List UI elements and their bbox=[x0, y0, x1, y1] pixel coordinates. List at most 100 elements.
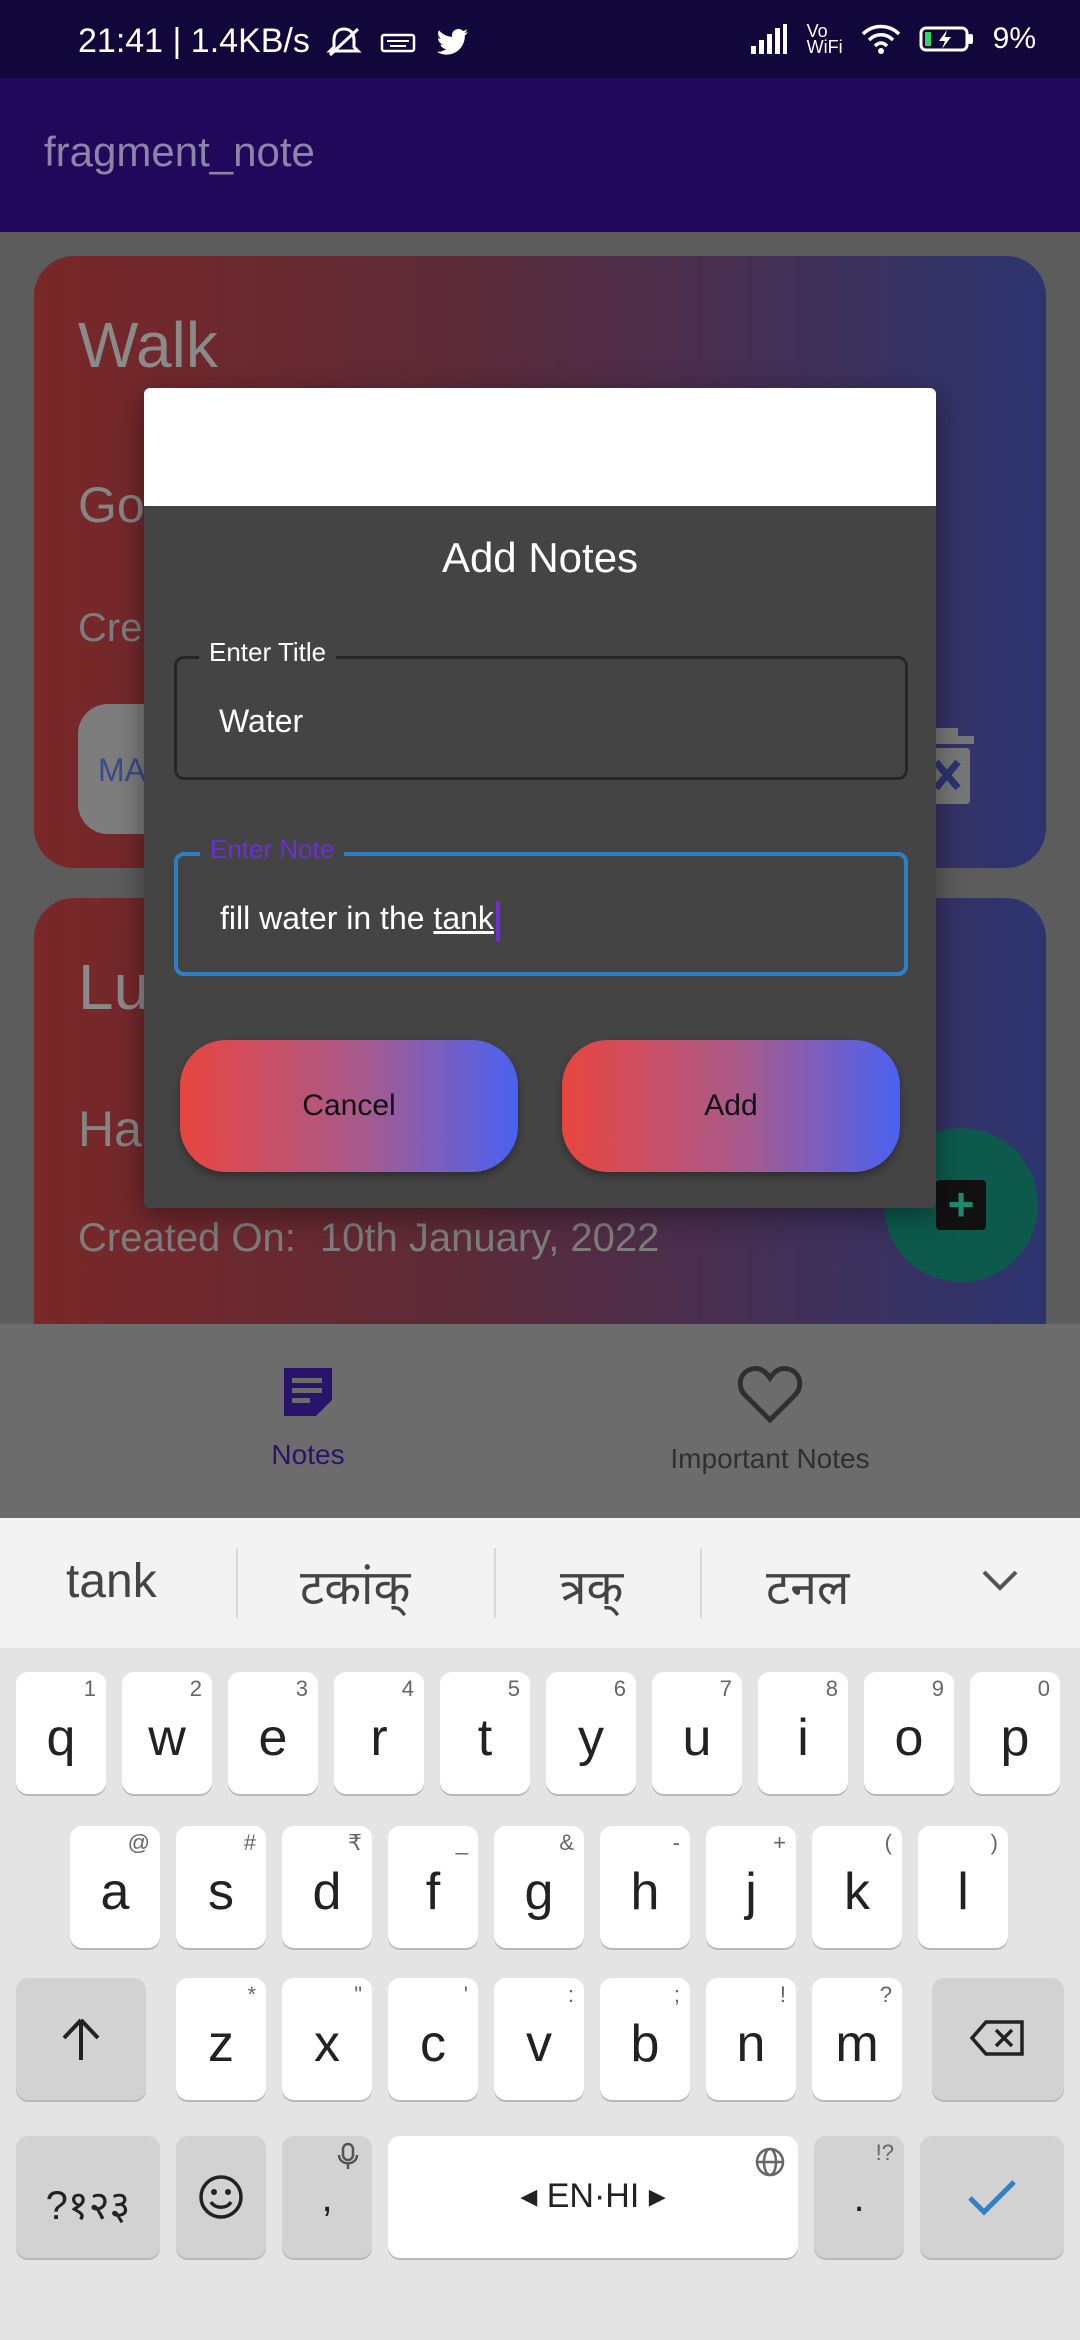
key-b[interactable]: ; b bbox=[600, 1978, 690, 2100]
title-field-value[interactable]: Water bbox=[219, 703, 303, 740]
key-m[interactable]: ? m bbox=[812, 1978, 902, 2100]
dialog-title: Add Notes bbox=[441, 534, 639, 581]
key-hint: ( bbox=[884, 1830, 892, 1855]
period-key-hint: !? bbox=[875, 2140, 894, 2165]
note-body: Go bbox=[78, 477, 145, 533]
suggestion-item[interactable]: टकांक् bbox=[300, 1554, 410, 1619]
suggestion-divider bbox=[236, 1548, 238, 1618]
key-label: f bbox=[425, 1863, 441, 1921]
nav-item-important[interactable]: Important Notes bbox=[640, 1364, 900, 1475]
plus-icon: + bbox=[936, 1180, 986, 1230]
key-o[interactable]: 9o bbox=[864, 1672, 954, 1794]
key-t[interactable]: 5t bbox=[440, 1672, 530, 1794]
key-v[interactable]: :v bbox=[494, 1978, 584, 2100]
shift-key[interactable] bbox=[16, 1978, 146, 2100]
key-hint: ) bbox=[990, 1830, 998, 1855]
note-field-label: Enter Note bbox=[200, 834, 345, 865]
note-field[interactable]: Enter Note fill water in the tank bbox=[174, 834, 908, 976]
key-label: r bbox=[370, 1709, 388, 1767]
period-key[interactable]: !? . bbox=[814, 2136, 904, 2258]
bell-off-icon bbox=[326, 26, 362, 56]
key-h[interactable]: -h bbox=[600, 1826, 690, 1948]
key-g[interactable]: & g bbox=[494, 1826, 584, 1948]
key-label: e bbox=[258, 1709, 288, 1767]
key-c[interactable]: ' c bbox=[388, 1978, 478, 2100]
key-label: m bbox=[835, 2015, 879, 2073]
nav-item-notes[interactable]: Notes bbox=[238, 1364, 378, 1471]
key-hint: _ bbox=[455, 1830, 468, 1855]
key-hint: ! bbox=[779, 1982, 786, 2007]
app-bar: fragment_note bbox=[0, 78, 1080, 232]
key-l[interactable]: ) l bbox=[918, 1826, 1008, 1948]
suggestion-item[interactable]: टनल bbox=[766, 1554, 849, 1619]
note-text-composing: tank bbox=[433, 900, 494, 936]
key-p[interactable]: 0p bbox=[970, 1672, 1060, 1794]
suggestion-item[interactable]: त्रक् bbox=[560, 1554, 623, 1619]
suggestion-divider bbox=[700, 1548, 702, 1618]
key-label: c bbox=[420, 2015, 446, 2073]
key-hint: + bbox=[773, 1830, 786, 1855]
key-x[interactable]: " x bbox=[282, 1978, 372, 2100]
key-u[interactable]: 7u bbox=[652, 1672, 742, 1794]
key-hint: 9 bbox=[931, 1676, 944, 1701]
note-field-value[interactable]: fill water in the tank bbox=[220, 900, 500, 941]
key-label: j bbox=[745, 1863, 757, 1921]
enter-key[interactable] bbox=[920, 2136, 1064, 2258]
cancel-button[interactable]: Cancel bbox=[180, 1040, 518, 1172]
chevron-down-icon[interactable] bbox=[980, 1560, 1020, 1600]
add-button[interactable]: Add bbox=[562, 1040, 900, 1172]
note-title: Walk bbox=[78, 309, 218, 381]
status-bar: 21:41 | 1.4KB/s Vo WiFi 9% bbox=[0, 0, 1080, 78]
key-label: d bbox=[312, 1863, 342, 1921]
key-j[interactable]: + j bbox=[706, 1826, 796, 1948]
shift-arrow-icon bbox=[62, 2018, 100, 2060]
symbols-key-label: ?१२३ bbox=[45, 2184, 131, 2228]
title-field[interactable]: Enter Title Water bbox=[174, 637, 908, 780]
wifi-icon bbox=[861, 24, 900, 54]
key-e[interactable]: 3e bbox=[228, 1672, 318, 1794]
suggestion-divider bbox=[494, 1548, 496, 1618]
key-label: p bbox=[1000, 1709, 1030, 1767]
key-f[interactable]: _ f bbox=[388, 1826, 478, 1948]
smiley-icon bbox=[199, 2175, 243, 2219]
comma-key[interactable]: , bbox=[282, 2136, 372, 2258]
key-hint: & bbox=[559, 1830, 574, 1855]
space-key[interactable]: ◂ EN·HI ▸ bbox=[388, 2136, 798, 2258]
keyboard-icon bbox=[380, 33, 416, 52]
key-label: o bbox=[894, 1709, 924, 1767]
suggestion-item[interactable]: tank bbox=[66, 1554, 157, 1609]
note-created: Cre bbox=[78, 606, 143, 650]
key-hint: 7 bbox=[719, 1676, 732, 1701]
key-label: n bbox=[736, 2015, 766, 2073]
emoji-key[interactable] bbox=[176, 2136, 266, 2258]
note-text: fill water in the bbox=[220, 900, 434, 936]
key-label: l bbox=[957, 1863, 969, 1921]
key-z[interactable]: * z bbox=[176, 1978, 266, 2100]
note-title: Lu bbox=[78, 951, 150, 1023]
comma-key-label: , bbox=[321, 2176, 333, 2220]
key-s[interactable]: # s bbox=[176, 1826, 266, 1948]
key-label: g bbox=[524, 1863, 554, 1921]
keyboard-suggestions: tank टकांक् त्रक् टनल bbox=[0, 1518, 1080, 1648]
key-r[interactable]: 4r bbox=[334, 1672, 424, 1794]
key-label: q bbox=[46, 1709, 76, 1767]
key-w[interactable]: 2w bbox=[122, 1672, 212, 1794]
title-field-label: Enter Title bbox=[199, 637, 337, 668]
key-label: u bbox=[682, 1709, 712, 1767]
bottom-navigation: Notes Important Notes bbox=[0, 1324, 1080, 1518]
symbols-key[interactable]: ?१२३ bbox=[16, 2136, 160, 2258]
key-a[interactable]: @ a bbox=[70, 1826, 160, 1948]
key-i[interactable]: 8i bbox=[758, 1672, 848, 1794]
backspace-key[interactable] bbox=[932, 1978, 1064, 2100]
key-n[interactable]: ! n bbox=[706, 1978, 796, 2100]
key-hint: 4 bbox=[401, 1676, 414, 1701]
key-y[interactable]: 6y bbox=[546, 1672, 636, 1794]
nav-label-important: Important Notes bbox=[670, 1443, 870, 1474]
key-hint: 0 bbox=[1037, 1676, 1050, 1701]
key-q[interactable]: 1q bbox=[16, 1672, 106, 1794]
key-hint: # bbox=[243, 1830, 256, 1855]
key-k[interactable]: (k bbox=[812, 1826, 902, 1948]
key-d[interactable]: ₹ d bbox=[282, 1826, 372, 1948]
status-time: 21:41 | 1.4KB/s bbox=[78, 22, 310, 60]
twitter-icon bbox=[436, 28, 468, 55]
